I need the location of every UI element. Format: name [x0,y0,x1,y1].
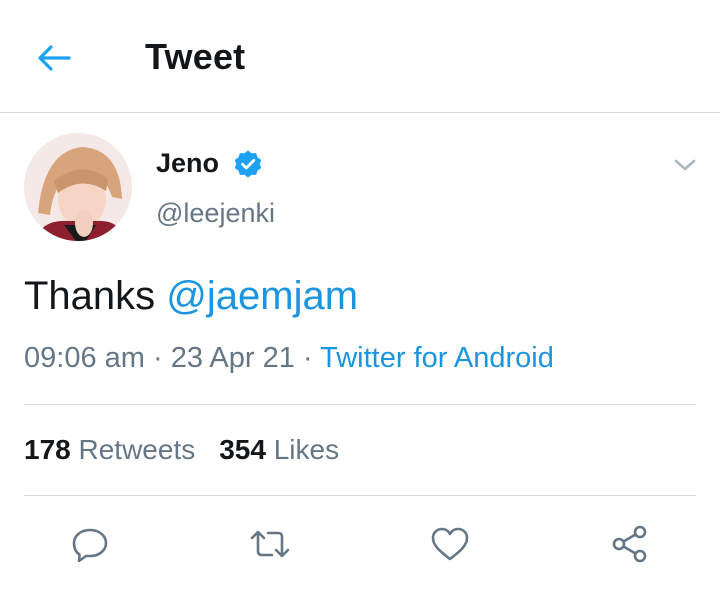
tweet-body-text: Thanks [24,274,167,318]
divider [24,404,696,405]
retweets-count: 178 [24,434,71,465]
reply-icon [72,528,108,562]
like-button[interactable] [426,522,474,566]
author-display-name[interactable]: Jeno [156,148,219,179]
verified-badge-icon [234,150,262,178]
meta-separator: · [294,342,321,374]
share-button[interactable] [606,522,654,566]
author-handle[interactable]: @leejenki [156,198,275,229]
reply-button[interactable] [66,522,114,566]
tweet-date: 23 Apr 21 [170,342,295,374]
divider [24,495,696,496]
retweets-label: Retweets [78,434,196,465]
likes-count: 354 [219,434,266,465]
like-icon [431,527,469,561]
more-options-button[interactable] [668,150,702,180]
retweet-icon [250,530,290,558]
mention-link[interactable]: @jaemjam [166,274,358,318]
retweets-stat[interactable]: 178 Retweets [24,434,195,466]
page-title: Tweet [145,36,246,77]
retweet-button[interactable] [246,522,294,566]
tweet-meta: 09:06 am · 23 Apr 21 · Twitter for Andro… [24,342,554,375]
share-icon [612,525,647,563]
chevron-down-icon [674,159,696,171]
arrow-left-icon [38,45,71,71]
tweet-text: Thanks @jaemjam [24,274,358,319]
tweet-time: 09:06 am [24,342,145,374]
likes-label: Likes [273,434,340,465]
back-button[interactable] [30,36,78,80]
tweet-stats: 178 Retweets 354 Likes [24,434,339,466]
likes-stat[interactable]: 354 Likes [219,434,339,466]
tweet-source-link[interactable]: Twitter for Android [320,342,554,374]
meta-separator: · [144,342,171,374]
avatar-image [24,133,132,241]
top-app-bar: Tweet [0,0,720,113]
avatar[interactable] [24,133,132,241]
